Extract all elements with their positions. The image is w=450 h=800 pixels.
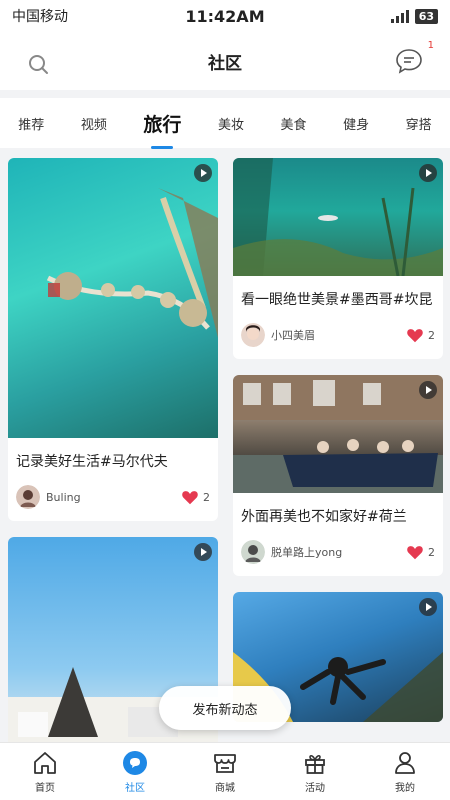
play-icon [419, 598, 437, 616]
category-tabs: 推荐 视频 旅行 美妆 美食 健身 穿搭 [0, 98, 450, 148]
profile-icon [395, 751, 415, 774]
app-header: 社区 1 [0, 32, 450, 90]
nav-label: 我的 [395, 782, 415, 794]
feed-column-left: 记录美好生活#马尔代夫 Buling 2 [8, 158, 218, 742]
post-meta: 脱单路上yong 2 [233, 534, 443, 576]
tab-food[interactable]: 美食 [281, 106, 307, 141]
tab-outfit[interactable]: 穿搭 [406, 106, 432, 141]
chat-bubble-icon [396, 49, 422, 74]
play-icon [194, 543, 212, 561]
nav-label: 首页 [35, 782, 55, 794]
like-count: 2 [428, 545, 435, 559]
status-indicators: 63 [390, 8, 438, 24]
canal-boat-scene [233, 375, 443, 493]
post-meta: 小四美眉 2 [233, 317, 443, 359]
carrier-label: 中国移动 [12, 9, 68, 25]
post-image [8, 158, 218, 438]
nav-label: 社区 [125, 782, 145, 794]
message-badge: 1 [427, 40, 434, 51]
play-icon [419, 164, 437, 182]
post-feed: 记录美好生活#马尔代夫 Buling 2 看一眼绝世美景#墨西哥#坎昆 小四美眉… [0, 150, 450, 742]
tab-fitness[interactable]: 健身 [343, 106, 369, 141]
search-button[interactable] [24, 50, 54, 80]
nav-item-community[interactable]: 社区 [105, 750, 165, 794]
nav-label: 活动 [305, 782, 325, 794]
post-title: 外面再美也不如家好#荷兰 [241, 509, 407, 525]
avatar [241, 323, 265, 347]
post-title: 看一眼绝世美景#墨西哥#坎昆 [241, 292, 433, 308]
nav-item-profile[interactable]: 我的 [375, 750, 435, 794]
post-meta: Buling 2 [8, 479, 218, 521]
avatar [16, 485, 40, 509]
signal-icon [390, 9, 409, 23]
like-count: 2 [428, 328, 435, 342]
avatar [241, 540, 265, 564]
author-name: 小四美眉 [271, 329, 315, 342]
nav-item-store[interactable]: 商城 [195, 750, 255, 794]
author-name: 脱单路上yong [271, 546, 343, 559]
message-button[interactable] [394, 46, 424, 76]
page-title: 社区 [208, 53, 242, 74]
nav-item-activity[interactable]: 活动 [285, 750, 345, 794]
bottom-nav: 首页 社区 商城 活动 我的 [0, 742, 450, 800]
like-button[interactable]: 2 [181, 489, 210, 505]
post-card[interactable]: 记录美好生活#马尔代夫 Buling 2 [8, 158, 218, 521]
maldives-scene [46, 188, 218, 338]
play-icon [419, 381, 437, 399]
post-card[interactable]: 外面再美也不如家好#荷兰 脱单路上yong 2 [233, 375, 443, 576]
store-icon [214, 753, 236, 773]
nav-label: 商城 [215, 782, 235, 794]
play-icon [194, 164, 212, 182]
underwater-scene [233, 158, 443, 276]
heart-icon [182, 491, 198, 505]
nav-item-home[interactable]: 首页 [15, 750, 75, 794]
tab-video[interactable]: 视频 [81, 106, 107, 141]
feed-column-right: 看一眼绝世美景#墨西哥#坎昆 小四美眉 2 外面再美也不如家好#荷兰 脱单路上y… [233, 158, 443, 738]
publish-post-button[interactable]: 发布新动态 [159, 686, 291, 730]
post-card[interactable]: 看一眼绝世美景#墨西哥#坎昆 小四美眉 2 [233, 158, 443, 359]
like-button[interactable]: 2 [406, 544, 435, 560]
gift-icon [305, 754, 325, 774]
like-count: 2 [203, 490, 210, 504]
home-icon [34, 751, 56, 774]
post-author[interactable]: Buling [16, 485, 81, 509]
like-button[interactable]: 2 [406, 327, 435, 343]
post-title: 记录美好生活#马尔代夫 [16, 454, 168, 470]
search-icon [29, 55, 48, 74]
author-name: Buling [46, 490, 81, 504]
tab-recommend[interactable]: 推荐 [18, 106, 44, 141]
tab-beauty[interactable]: 美妆 [218, 106, 244, 141]
post-image [233, 375, 443, 493]
status-bar: 中国移动 11:42AM 63 [0, 0, 450, 32]
heart-icon [407, 546, 423, 560]
heart-icon [407, 329, 423, 343]
post-author[interactable]: 脱单路上yong [241, 540, 342, 564]
community-icon [123, 750, 147, 775]
battery-icon: 63 [414, 8, 438, 24]
post-image [233, 158, 443, 276]
tab-travel[interactable]: 旅行 [143, 102, 181, 145]
post-author[interactable]: 小四美眉 [241, 323, 315, 347]
